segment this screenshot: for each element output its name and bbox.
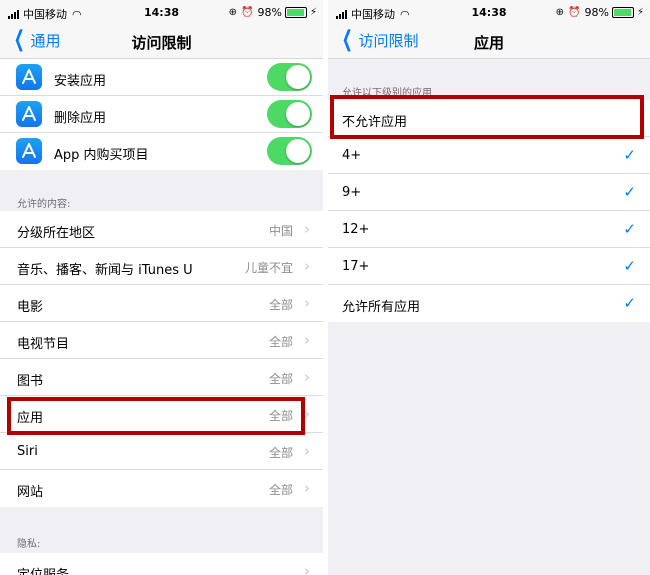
content-row-websites[interactable]: 网站 全部 › [0, 470, 323, 507]
app-toggle-group: 安装应用 删除应用 App 内购买项目 [0, 59, 323, 170]
charging-icon: ⚡ [309, 7, 317, 18]
navigation-bar: ❮ 通用 访问限制 [0, 24, 323, 59]
status-bar: 中国移动 ◠ 14:38 ⊕ ⏰ 98% ⚡ [0, 0, 323, 24]
row-value: 全部 [268, 372, 293, 386]
allowed-content-group: 分级所在地区 中国 › 音乐、播客、新闻与 iTunes U 儿童不宜 › 电影… [0, 211, 323, 507]
section-header: 允许的内容: [17, 199, 71, 210]
row-label: 电视节目 [17, 337, 70, 352]
toggle-label: App 内购买项目 [54, 148, 149, 163]
delete-apps-toggle[interactable] [267, 100, 312, 128]
content-row-tv[interactable]: 电视节目 全部 › [0, 322, 323, 359]
page-title: 应用 [473, 34, 504, 52]
content-row-region[interactable]: 分级所在地区 中国 › [0, 211, 323, 248]
toggle-label: 安装应用 [54, 74, 107, 89]
option-9plus[interactable]: 9+ ✓ [328, 174, 650, 211]
in-app-purchase-toggle[interactable] [267, 137, 312, 165]
install-apps-toggle[interactable] [267, 63, 312, 91]
row-label: 网站 [17, 485, 44, 500]
row-value: 全部 [268, 483, 293, 497]
chevron-right-icon: › [304, 257, 310, 275]
app-store-icon [16, 138, 42, 164]
app-store-icon [16, 64, 42, 90]
chevron-right-icon: › [304, 294, 310, 312]
navigation-bar: ❮ 访问限制 应用 [328, 24, 650, 59]
row-value: 全部 [268, 335, 293, 349]
battery-percent: 98% [584, 6, 609, 19]
battery-percent: 98% [257, 6, 282, 19]
orientation-lock-icon: ⊕ [228, 7, 238, 18]
app-store-icon [16, 101, 42, 127]
row-value: 全部 [268, 298, 293, 312]
row-label: Siri [17, 444, 38, 459]
chevron-right-icon: › [304, 368, 310, 386]
status-bar: 中国移动 ◠ 14:38 ⊕ ⏰ 98% ⚡ [328, 0, 650, 24]
option-label: 4+ [342, 148, 362, 163]
checkmark-icon: ✓ [623, 257, 636, 275]
checkmark-icon: ✓ [623, 294, 636, 312]
row-label: 电影 [17, 300, 44, 315]
charging-icon: ⚡ [636, 7, 644, 18]
list-item: 安装应用 [0, 59, 323, 96]
list-item: App 内购买项目 [0, 133, 323, 170]
toggle-label: 删除应用 [54, 111, 107, 126]
row-value: 儿童不宜 [244, 261, 293, 275]
option-17plus[interactable]: 17+ ✓ [328, 248, 650, 285]
option-12plus[interactable]: 12+ ✓ [328, 211, 650, 248]
privacy-row-location[interactable]: 定位服务 › [0, 553, 323, 575]
content-row-music[interactable]: 音乐、播客、新闻与 iTunes U 儿童不宜 › [0, 248, 323, 285]
option-all-apps[interactable]: 允许所有应用 ✓ [328, 285, 650, 322]
row-label: 定位服务 [17, 564, 69, 575]
option-label: 17+ [342, 259, 370, 274]
chevron-right-icon: › [304, 442, 310, 460]
chevron-right-icon: › [304, 479, 310, 497]
orientation-lock-icon: ⊕ [555, 7, 565, 18]
option-label: 9+ [342, 185, 362, 200]
row-label: 音乐、播客、新闻与 iTunes U [17, 263, 193, 278]
list-item: 删除应用 [0, 96, 323, 133]
chevron-right-icon: › [304, 331, 310, 349]
page-title: 访问限制 [131, 34, 192, 52]
option-label: 允许所有应用 [342, 300, 421, 315]
row-label: 分级所在地区 [17, 226, 96, 241]
checkmark-icon: ✓ [623, 183, 636, 201]
row-label: 图书 [17, 374, 44, 389]
content-row-movies[interactable]: 电影 全部 › [0, 285, 323, 322]
content-row-siri[interactable]: Siri 全部 › [0, 433, 323, 470]
highlight-box [330, 95, 644, 139]
checkmark-icon: ✓ [623, 146, 636, 164]
section-header: 隐私: [17, 539, 41, 550]
highlight-box [7, 397, 305, 435]
battery-icon [611, 7, 634, 18]
apps-rating-screen: 中国移动 ◠ 14:38 ⊕ ⏰ 98% ⚡ ❮ 访问限制 应用 允许以下级别的… [328, 0, 650, 575]
row-value: 中国 [268, 224, 293, 238]
content-row-books[interactable]: 图书 全部 › [0, 359, 323, 396]
chevron-right-icon: › [304, 220, 310, 238]
restrictions-screen: 中国移动 ◠ 14:38 ⊕ ⏰ 98% ⚡ ❮ 通用 访问限制 安装应用 删除… [0, 0, 323, 575]
option-label: 12+ [342, 222, 370, 237]
checkmark-icon: ✓ [623, 220, 636, 238]
privacy-group: 定位服务 › [0, 553, 323, 575]
option-4plus[interactable]: 4+ ✓ [328, 137, 650, 174]
alarm-icon: ⏰ [568, 7, 581, 18]
chevron-right-icon: › [304, 562, 310, 575]
alarm-icon: ⏰ [241, 7, 254, 18]
row-value: 全部 [268, 446, 293, 460]
battery-icon [284, 7, 307, 18]
